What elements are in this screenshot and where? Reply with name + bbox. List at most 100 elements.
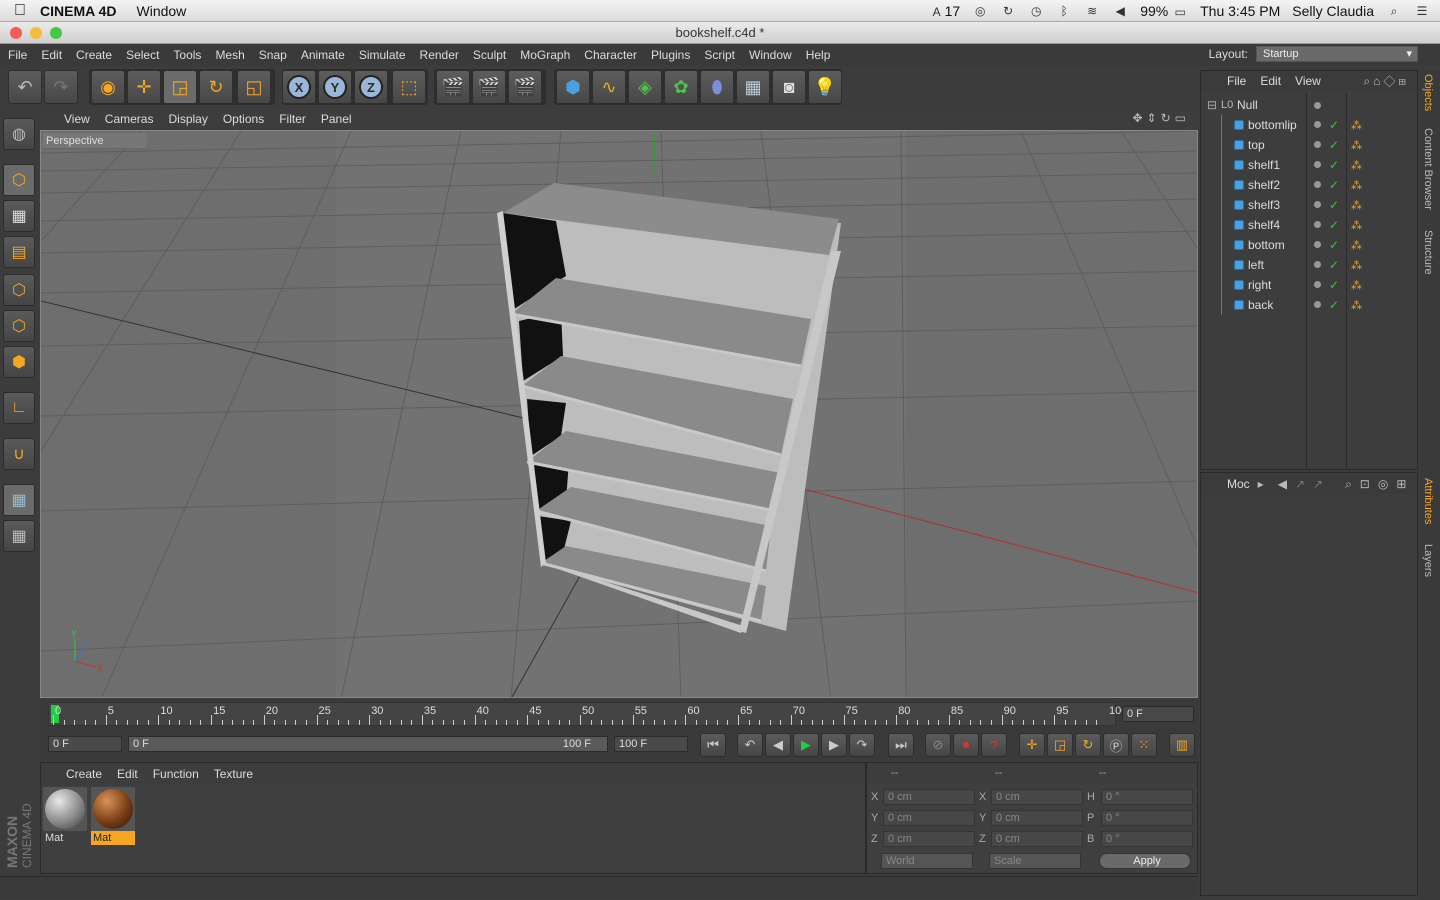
spotlight-icon[interactable]: ⌕ <box>1386 4 1402 18</box>
timeline-window-button[interactable]: ▥ <box>1169 733 1195 757</box>
attr-search-icon[interactable]: ⌕ <box>1345 477 1352 492</box>
next-key-button[interactable]: ↷ <box>849 733 875 757</box>
sync-icon[interactable]: ↻ <box>1000 4 1016 18</box>
lock-icon[interactable]: ⊡ <box>1360 477 1370 491</box>
render-settings-button[interactable]: 🎬 <box>508 70 542 104</box>
material-swatch-2[interactable]: Mat <box>91 787 135 845</box>
menu-select[interactable]: Select <box>126 48 159 62</box>
texture-tag-icon[interactable]: ⁂ <box>1351 159 1362 172</box>
texture-tag-icon[interactable]: ⁂ <box>1351 279 1362 292</box>
clock[interactable]: Thu 3:45 PM <box>1200 3 1280 19</box>
edges-mode-button[interactable]: ⬡ <box>3 310 35 342</box>
array-button[interactable]: ✿ <box>664 70 698 104</box>
texture-tag-icon[interactable]: ⁂ <box>1351 299 1362 312</box>
creative-cloud-icon[interactable]: ◎ <box>972 4 988 18</box>
range-slider[interactable]: 0 F 100 F <box>128 736 608 752</box>
user-name[interactable]: Selly Claudia <box>1292 3 1374 19</box>
object-row-top[interactable]: top ✓ ⁂ <box>1201 135 1417 155</box>
floor-button[interactable]: ▦ <box>736 70 770 104</box>
deformer-button[interactable]: ⬮ <box>700 70 734 104</box>
x-axis-lock-button[interactable]: X <box>282 70 316 104</box>
enabled-check-icon[interactable]: ✓ <box>1329 158 1339 172</box>
object-row-back[interactable]: back ✓ ⁂ <box>1201 295 1417 315</box>
material-swatch-1[interactable]: Mat <box>43 787 87 845</box>
snap-button[interactable]: ∪ <box>3 438 35 470</box>
wifi-icon[interactable]: ≋ <box>1084 4 1100 18</box>
viewport-menu-view[interactable]: View <box>64 112 90 126</box>
app-name-menu[interactable]: CINEMA 4D <box>40 3 117 19</box>
enabled-check-icon[interactable]: ✓ <box>1329 178 1339 192</box>
history-icon[interactable]: ◎ <box>1378 477 1388 491</box>
previous-frame-button[interactable]: ◀ <box>765 733 791 757</box>
scale-tool-button[interactable]: ◲ <box>163 70 197 104</box>
render-view-button[interactable]: 🎬 <box>436 70 470 104</box>
current-frame-field[interactable]: 0 F <box>1122 706 1194 722</box>
size-y-field[interactable]: 0 cm <box>991 810 1083 826</box>
minimize-window-button[interactable] <box>30 27 42 39</box>
y-axis-lock-button[interactable]: Y <box>318 70 352 104</box>
volume-icon[interactable]: ◀ <box>1112 4 1128 18</box>
spline-button[interactable]: ∿ <box>592 70 626 104</box>
start-frame-field[interactable]: 0 F <box>48 736 122 752</box>
size-x-field[interactable]: 0 cm <box>991 789 1083 805</box>
object-row-null[interactable]: ⊟ L0 Null <box>1201 95 1417 115</box>
keyframe-selection-button[interactable]: ? <box>981 733 1007 757</box>
pos-y-field[interactable]: 0 cm <box>883 810 975 826</box>
pan-icon[interactable]: ✥ <box>1132 111 1146 125</box>
visibility-dot[interactable] <box>1314 141 1321 148</box>
rot-h-field[interactable]: 0 ° <box>1101 789 1193 805</box>
menu-render[interactable]: Render <box>420 48 459 62</box>
back-arrow-icon[interactable]: ◀ <box>1278 477 1287 491</box>
z-axis-lock-button[interactable]: Z <box>354 70 388 104</box>
rot-p-field[interactable]: 0 ° <box>1101 810 1193 826</box>
viewport-menu-cameras[interactable]: Cameras <box>105 112 154 126</box>
record-position-button[interactable]: ⊘ <box>925 733 951 757</box>
visibility-dot[interactable] <box>1314 221 1321 228</box>
attribute-mode[interactable]: Moc <box>1227 477 1250 491</box>
close-window-button[interactable] <box>10 27 22 39</box>
go-to-start-button[interactable]: ⏮ <box>700 733 726 757</box>
enabled-check-icon[interactable]: ✓ <box>1329 118 1339 132</box>
timeline-ruler[interactable]: 0 5 10 15 20 25 30 35 40 45 50 55 60 65 70 75 80 85 90 95 10… <box>48 702 1127 726</box>
object-row-left[interactable]: left ✓ ⁂ <box>1201 255 1417 275</box>
cube-button[interactable]: ⬢ <box>556 70 590 104</box>
go-to-end-button[interactable]: ⏭ <box>888 733 914 757</box>
up-arrow-icon[interactable]: ↗ <box>1313 477 1323 491</box>
end-frame-field[interactable]: 100 F <box>614 736 688 752</box>
viewport-menu-filter[interactable]: Filter <box>279 112 306 126</box>
layout-dropdown[interactable]: Startup <box>1256 46 1418 62</box>
tab-attributes[interactable]: Attributes <box>1422 478 1434 524</box>
light-button[interactable]: 💡 <box>808 70 842 104</box>
menu-mograph[interactable]: MoGraph <box>520 48 570 62</box>
points-mode-button[interactable]: ⬡ <box>3 274 35 306</box>
pos-x-field[interactable]: 0 cm <box>883 789 975 805</box>
viewport-perspective[interactable]: Y X Z Perspective <box>40 130 1198 698</box>
workplane-button[interactable]: ▤ <box>3 236 35 268</box>
window-menu[interactable]: Window <box>137 3 187 19</box>
render-picture-viewer-button[interactable]: 🎬 <box>472 70 506 104</box>
make-editable-button[interactable]: ◍ <box>3 118 35 150</box>
forward-arrow-icon[interactable]: ↗ <box>1295 477 1305 491</box>
viewport-menu-display[interactable]: Display <box>168 112 207 126</box>
autokey-button[interactable]: ⏺ <box>953 733 979 757</box>
menu-file[interactable]: File <box>8 48 27 62</box>
tab-content-browser[interactable]: Content Browser <box>1422 128 1434 210</box>
polygons-mode-button[interactable]: ⬢ <box>3 346 35 378</box>
undo-button[interactable]: ↶ <box>8 70 42 104</box>
previous-key-button[interactable]: ↶ <box>737 733 763 757</box>
visibility-dot[interactable] <box>1314 121 1321 128</box>
object-row-shelf1[interactable]: shelf1 ✓ ⁂ <box>1201 155 1417 175</box>
visibility-dot[interactable] <box>1314 301 1321 308</box>
menu-character[interactable]: Character <box>584 48 637 62</box>
world-dropdown[interactable]: World <box>881 853 973 869</box>
texture-tag-icon[interactable]: ⁂ <box>1351 179 1362 192</box>
menu-create[interactable]: Create <box>76 48 112 62</box>
enabled-check-icon[interactable]: ✓ <box>1329 298 1339 312</box>
up-icon[interactable]: ◇ <box>1383 74 1398 88</box>
object-row-shelf3[interactable]: shelf3 ✓ ⁂ <box>1201 195 1417 215</box>
record-parameter-button[interactable]: Ⓟ <box>1103 733 1129 757</box>
play-button[interactable]: ▶ <box>793 733 819 757</box>
material-menu-texture[interactable]: Texture <box>214 767 253 781</box>
texture-tag-icon[interactable]: ⁂ <box>1351 259 1362 272</box>
menu-help[interactable]: Help <box>806 48 831 62</box>
